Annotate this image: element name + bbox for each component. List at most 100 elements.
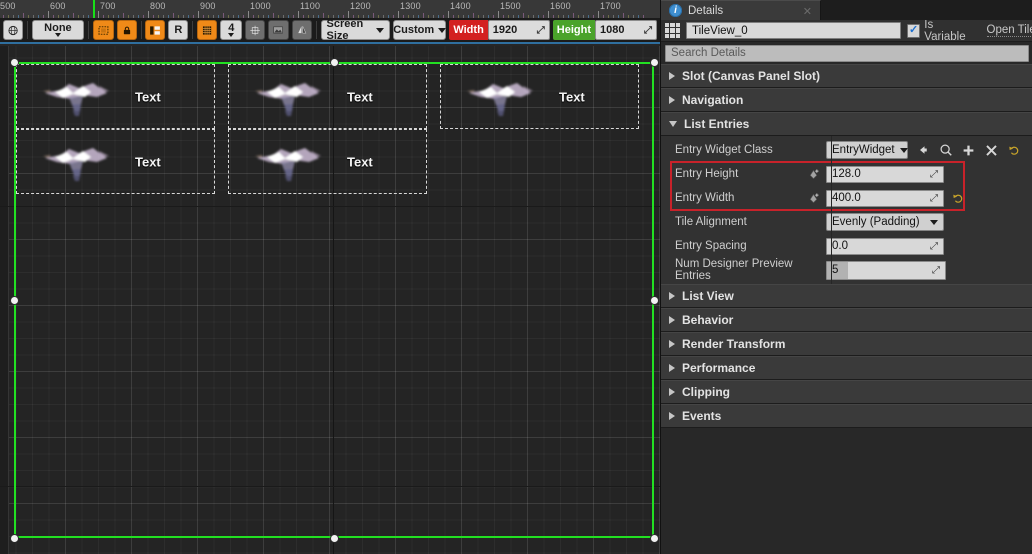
property-value: Evenly (Padding) — [826, 213, 1032, 231]
plus-icon[interactable] — [960, 142, 977, 159]
umg-designer-window: 500 600 700 800 900 1000 1100 1200 1300 1400 1500 1… — [0, 0, 1032, 554]
category-header[interactable]: Behavior — [661, 308, 1032, 332]
globe-icon[interactable] — [3, 20, 24, 40]
center-icon[interactable] — [245, 20, 266, 40]
layout-icon[interactable] — [145, 20, 166, 40]
bind-property-icon[interactable] — [807, 168, 820, 181]
width-input[interactable]: 1920 ⤢ — [487, 20, 550, 40]
height-value: 1080 — [600, 24, 625, 36]
numeric-input[interactable]: 0.0 ⤢ — [826, 237, 944, 255]
reset-icon[interactable] — [950, 190, 967, 207]
design-canvas[interactable]: Text Text Text Text Text — [0, 46, 660, 554]
spinner-icon[interactable]: ⤢ — [932, 265, 940, 276]
property-label: Num Designer Preview Entries — [661, 258, 826, 282]
image-icon[interactable] — [268, 20, 289, 40]
mirror-icon[interactable] — [291, 20, 312, 40]
resize-handle[interactable] — [330, 534, 338, 542]
height-control: Height 1080 ⤢ — [552, 20, 658, 40]
category-header[interactable]: List View — [661, 284, 1032, 308]
tile-alignment-dropdown[interactable]: Evenly (Padding) — [826, 213, 944, 231]
category-header[interactable]: Events — [661, 404, 1032, 428]
property-label: Entry Width — [661, 192, 826, 205]
spinner-icon[interactable]: ⤢ — [930, 241, 938, 252]
bind-property-icon[interactable] — [807, 192, 820, 205]
resize-handle[interactable] — [650, 534, 658, 542]
open-tile-link[interactable]: Open Tile — [986, 24, 1032, 37]
resize-handle[interactable] — [10, 58, 18, 66]
back-arrow-icon[interactable] — [914, 142, 931, 159]
ruler-label: 500 — [0, 1, 16, 11]
property-row: Entry Height 128.0 ⤢ — [661, 162, 1032, 186]
details-tabbar: i Details ✕ — [661, 0, 1032, 20]
spinner-icon[interactable]: ⤢ — [644, 25, 652, 36]
ruler-label: 1500 — [500, 1, 521, 11]
lock-icon[interactable] — [116, 20, 137, 40]
property-value: 5 ⤢ — [826, 260, 1032, 280]
close-icon[interactable]: ✕ — [803, 5, 812, 18]
clear-icon[interactable] — [983, 142, 1000, 159]
ruler-label: 800 — [150, 1, 166, 11]
resize-handle[interactable] — [650, 58, 658, 66]
ruler-label: 1000 — [250, 1, 271, 11]
property-label-text: Entry Spacing — [675, 240, 747, 252]
category-header[interactable]: Render Transform — [661, 332, 1032, 356]
grid-snap-dropdown[interactable]: 4 — [220, 20, 243, 40]
ruler-label: 1600 — [550, 1, 571, 11]
designer-pane: 500 600 700 800 900 1000 1100 1200 1300 1400 1500 1… — [0, 0, 660, 554]
chevron-right-icon — [669, 316, 675, 324]
search-row: Search Details — [661, 42, 1032, 64]
property-value: EntryWidget — [826, 141, 1032, 159]
category-header[interactable]: Clipping — [661, 380, 1032, 404]
tab-details[interactable]: i Details ✕ — [661, 0, 821, 20]
category-header-list-entries[interactable]: List Entries — [661, 112, 1032, 136]
is-variable-checkbox[interactable]: ✓ Is Variable — [907, 19, 975, 43]
numeric-value: 0.0 — [832, 240, 848, 252]
property-column-divider — [831, 136, 832, 284]
reset-icon[interactable] — [1006, 142, 1023, 159]
r-label: R — [174, 24, 183, 36]
toolbar-divider — [192, 21, 194, 39]
category-label: Render Transform — [682, 337, 786, 351]
screen-size-dropdown[interactable]: Screen Size — [320, 18, 391, 42]
r-toggle-button[interactable]: R — [168, 20, 189, 40]
grid-icon[interactable] — [197, 20, 218, 40]
category-header[interactable]: Performance — [661, 356, 1032, 380]
entry-widget-class-dropdown[interactable]: EntryWidget — [826, 141, 908, 159]
browse-icon[interactable] — [937, 142, 954, 159]
aspect-custom-dropdown[interactable]: Custom — [393, 20, 447, 40]
spinner-icon[interactable]: ⤢ — [930, 169, 938, 180]
category-label: Navigation — [682, 93, 744, 107]
fill-screen-icon[interactable] — [92, 20, 114, 40]
resize-handle[interactable] — [330, 58, 338, 66]
chevron-down-icon — [669, 121, 677, 127]
chevron-down-icon — [438, 27, 447, 33]
category-header[interactable]: Slot (Canvas Panel Slot) — [661, 64, 1032, 88]
locale-preview-dropdown[interactable]: None — [31, 20, 84, 40]
property-label-text: Entry Width — [675, 192, 735, 204]
ruler-label: 700 — [100, 1, 116, 11]
numeric-input[interactable]: 400.0 ⤢ — [826, 189, 944, 207]
resize-handle[interactable] — [650, 296, 658, 304]
chevron-right-icon — [669, 72, 675, 80]
resize-handle[interactable] — [10, 296, 18, 304]
height-input[interactable]: 1080 ⤢ — [595, 20, 658, 40]
num-preview-entries-slider[interactable]: 5 ⤢ — [826, 260, 946, 280]
horizontal-ruler[interactable]: 500 600 700 800 900 1000 1100 1200 1300 1400 1500 1… — [0, 0, 660, 19]
search-details-input[interactable]: Search Details — [665, 44, 1029, 62]
category-header[interactable]: Navigation — [661, 88, 1032, 112]
width-control: Width 1920 ⤢ — [449, 20, 550, 40]
width-label: Width — [449, 20, 488, 40]
ruler-label: 1300 — [400, 1, 421, 11]
numeric-input[interactable]: 128.0 ⤢ — [826, 165, 944, 183]
spinner-icon[interactable]: ⤢ — [930, 193, 938, 204]
list-entries-properties: Entry Widget Class EntryWidget Entry Heigh… — [661, 136, 1032, 284]
category-list-entries[interactable]: List Entries Entry Widget Class EntryWidg… — [661, 112, 1032, 284]
category-label: Behavior — [682, 313, 734, 327]
toolbar-divider — [140, 21, 142, 39]
resize-handle[interactable] — [10, 534, 18, 542]
chevron-down-icon — [376, 27, 385, 33]
widget-name-input[interactable]: TileView_0 — [686, 22, 901, 39]
category-label: List Entries — [684, 117, 750, 131]
toolbar-divider — [315, 21, 317, 39]
spinner-icon[interactable]: ⤢ — [537, 25, 545, 36]
